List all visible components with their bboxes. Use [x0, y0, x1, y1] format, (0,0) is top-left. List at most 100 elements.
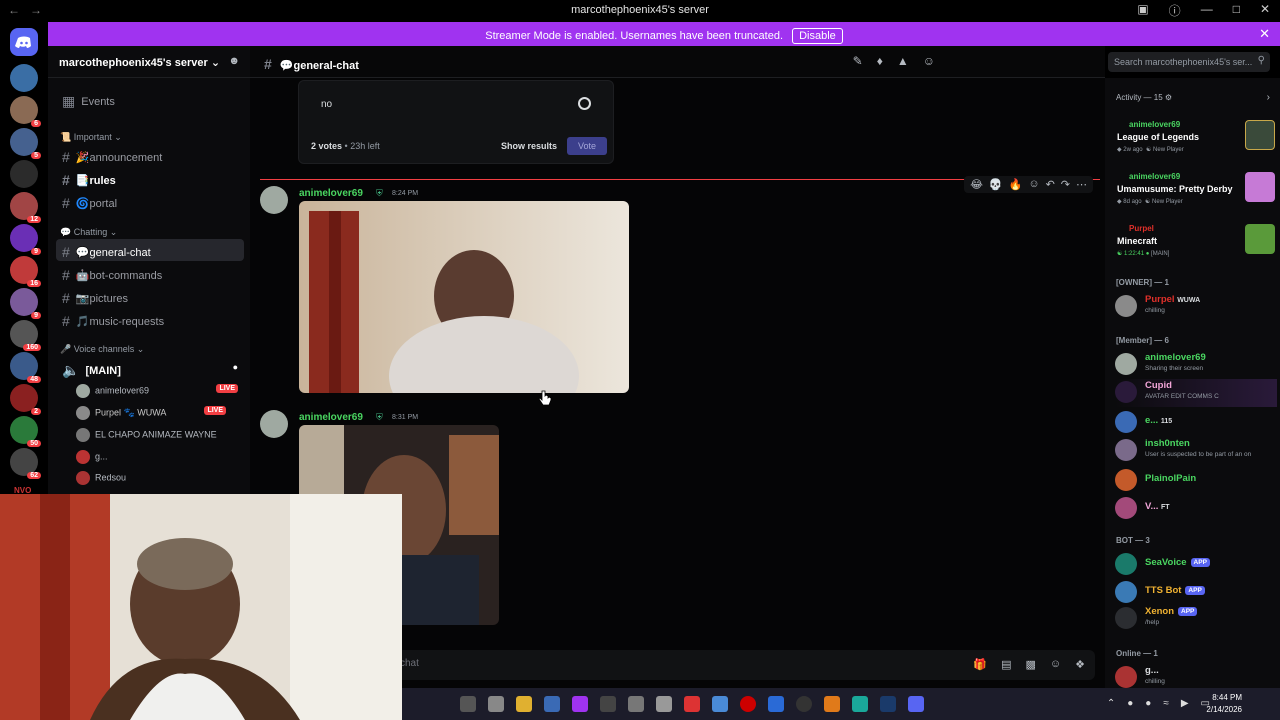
member-item[interactable]: animelover69 Sharing their screen [1115, 351, 1277, 379]
activity-card[interactable]: Purpel Minecraft ☯ 1:22:41 ● [MAIN] [1111, 222, 1277, 270]
category-voice[interactable]: 🎤 Voice channels ⌄ [60, 344, 144, 355]
chat-bubble-icon[interactable]: ● [233, 362, 238, 372]
channel-pictures[interactable]: # 📷pictures [56, 285, 244, 307]
help-icon[interactable]: ⓘ [1169, 2, 1181, 19]
avatar[interactable] [260, 410, 288, 438]
member-item[interactable]: PlainolPain [1115, 467, 1277, 495]
gift-icon[interactable]: 🎁 [973, 658, 987, 671]
task-view-icon[interactable] [460, 696, 476, 712]
member-item[interactable]: Cupid AVATAR EDIT COMMS C [1115, 379, 1277, 407]
server-icon[interactable] [10, 160, 38, 188]
member-item[interactable]: SeaVoice APP [1115, 551, 1277, 579]
threads-icon[interactable]: ✎ [853, 54, 863, 68]
folder-icon[interactable] [516, 696, 532, 712]
wifi-icon[interactable]: ≈ [1163, 698, 1169, 709]
category-important[interactable]: 📜 Important ⌄ [60, 132, 122, 143]
bluetooth-icon[interactable]: ● [1145, 698, 1151, 709]
member-item[interactable]: insh0nten User is suspected to be part of… [1115, 437, 1277, 465]
emoji-icon[interactable]: ☺ [1050, 658, 1061, 671]
voice-user[interactable]: EL CHAPO ANIMAZE WAYNE [76, 424, 242, 444]
discord-taskbar-icon[interactable] [908, 696, 924, 712]
server-icon[interactable]: 62 [10, 448, 41, 479]
channel-bot-commands[interactable]: # 🤖bot-commands [56, 262, 244, 284]
role-header: BOT — 3 [1116, 536, 1150, 545]
close-icon[interactable]: ✕ [1259, 26, 1270, 42]
server-header[interactable]: marcothephoenix45's server ⌄ ☻ [48, 46, 250, 78]
poll-option[interactable]: no [309, 89, 601, 119]
app-icon[interactable] [656, 696, 672, 712]
server-icon[interactable]: 6 [10, 96, 41, 127]
member-item[interactable]: Purpel WUWA chilling [1115, 293, 1277, 321]
member-item[interactable]: TTS Bot APP [1115, 579, 1277, 607]
app-icon[interactable] [628, 696, 644, 712]
steam-icon[interactable] [880, 696, 896, 712]
events-item[interactable]: ▦ Events [56, 88, 244, 110]
voice-channel-main[interactable]: 🔈 [MAIN] ● [56, 357, 244, 379]
server-icon[interactable]: 160 [10, 320, 41, 351]
voice-user[interactable]: g... [76, 446, 242, 466]
activity-card[interactable]: animelover69 League of Legends ◆ 2w ago … [1111, 118, 1277, 166]
inbox-icon[interactable]: ▣ [1137, 2, 1148, 19]
server-icon[interactable]: 16 [10, 256, 41, 287]
server-icon[interactable]: 48 [10, 352, 41, 383]
chevron-right-icon[interactable]: › [1267, 92, 1270, 103]
category-chatting[interactable]: 💬 Chatting ⌄ [60, 227, 117, 238]
gif-icon[interactable]: ▤ [1001, 658, 1011, 671]
clock[interactable]: 8:44 PM 2/14/2026 [1206, 692, 1242, 716]
app-icon[interactable] [488, 696, 504, 712]
activity-header[interactable]: Activity — 15 ⚙ [1116, 93, 1172, 102]
activity-card[interactable]: animelover69 Umamusume: Pretty Derby ◆ 8… [1111, 170, 1277, 218]
voice-user[interactable]: animelover69 LIVE [76, 380, 242, 400]
pin-icon[interactable]: ▲ [897, 54, 909, 68]
message-image[interactable] [299, 201, 629, 393]
app-icon[interactable] [572, 696, 588, 712]
game-art [1245, 224, 1275, 254]
disable-button[interactable]: Disable [792, 28, 843, 44]
mic-icon[interactable]: ● [1127, 698, 1133, 709]
server-icon[interactable]: 5 [10, 128, 41, 159]
radio-button[interactable] [578, 97, 591, 110]
member-item[interactable]: e... 115 [1115, 409, 1277, 437]
channel-general-chat[interactable]: # 💬general-chat [56, 239, 244, 261]
voice-user[interactable]: Redsou [76, 467, 242, 487]
volume-icon[interactable]: ▶ [1181, 698, 1189, 709]
close-window-button[interactable]: ✕ [1260, 2, 1270, 19]
members-icon[interactable]: ☺ [923, 54, 935, 68]
record-icon[interactable] [740, 696, 756, 712]
member-item[interactable]: V... FT [1115, 495, 1277, 523]
server-icon[interactable]: 9 [10, 288, 41, 319]
discord-home-icon[interactable] [10, 28, 38, 56]
channel-announcement[interactable]: # 🎉announcement [56, 144, 244, 166]
channel-rules[interactable]: # 📑rules [56, 167, 244, 189]
app-icon[interactable] [768, 696, 784, 712]
message-author[interactable]: animelover69 [299, 412, 363, 423]
channel-music-requests[interactable]: # 🎵music-requests [56, 308, 244, 330]
app-icon[interactable] [712, 696, 728, 712]
avatar[interactable] [260, 186, 288, 214]
search-input[interactable]: Search marcothephoenix45's ser... ⚲ [1108, 52, 1270, 72]
server-icon[interactable]: 2 [10, 384, 41, 415]
server-icon[interactable]: 12 [10, 192, 41, 223]
app-icon[interactable] [600, 696, 616, 712]
minimize-button[interactable]: — [1201, 2, 1213, 19]
voice-user[interactable]: Purpel 🐾 WUWA LIVE [76, 402, 242, 422]
sticker-icon[interactable]: ▩ [1025, 658, 1035, 671]
message-author[interactable]: animelover69 [299, 188, 363, 199]
maximize-button[interactable]: □ [1233, 2, 1240, 19]
vote-button[interactable]: Vote [567, 137, 607, 155]
server-icon[interactable] [10, 64, 38, 92]
apps-icon[interactable]: ❖ [1075, 658, 1085, 671]
vlc-icon[interactable] [824, 696, 840, 712]
show-results-button[interactable]: Show results [501, 141, 557, 151]
app-icon[interactable] [852, 696, 868, 712]
store-icon[interactable] [544, 696, 560, 712]
server-icon[interactable]: 9 [10, 224, 41, 255]
server-icon[interactable]: 50 [10, 416, 41, 447]
member-item[interactable]: Xenon APP/help [1115, 605, 1277, 633]
channel-portal[interactable]: # 🌀portal [56, 190, 244, 212]
add-member-icon[interactable]: ☻ [228, 55, 240, 67]
chevron-up-icon[interactable]: ⌃ [1107, 698, 1115, 709]
media-player-icon[interactable] [796, 696, 812, 712]
app-icon[interactable] [684, 696, 700, 712]
bell-icon[interactable]: ♦ [877, 54, 883, 68]
